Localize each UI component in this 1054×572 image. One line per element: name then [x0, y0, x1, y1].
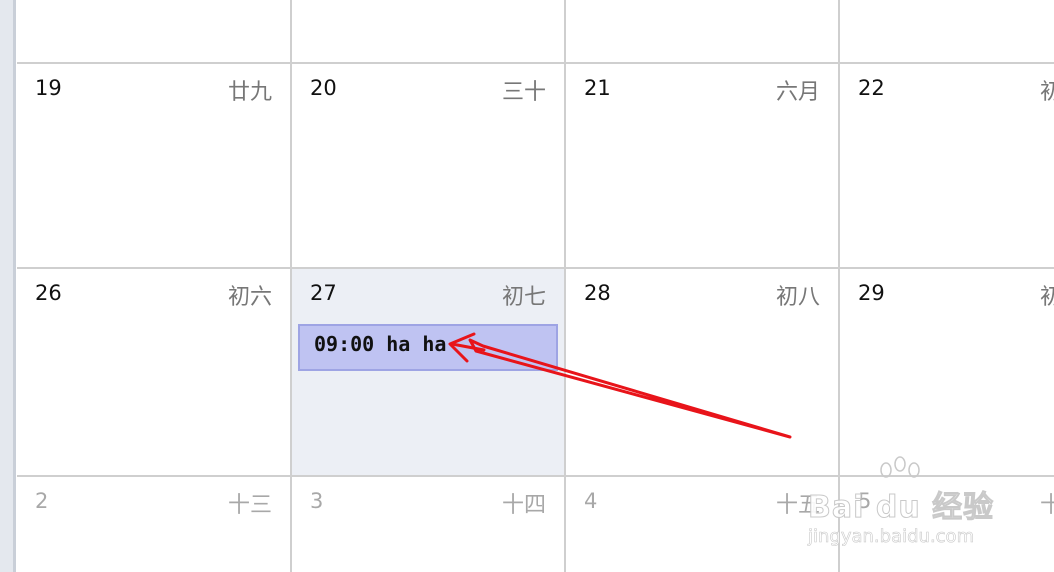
lunar-date: 初	[1040, 80, 1054, 105]
day-number: 5	[858, 489, 872, 513]
lunar-date: 廿九	[227, 80, 272, 105]
day-number: 4	[584, 489, 598, 513]
day-number: 21	[584, 76, 611, 100]
calendar-day-cell-today[interactable]: 27 初七 09:00 ha ha	[292, 269, 566, 477]
calendar-day-cell[interactable]: 29 初	[840, 269, 1054, 477]
lunar-date: 十三	[227, 493, 272, 518]
calendar-day-cell-other-month[interactable]: 4 十五	[566, 477, 840, 572]
day-number: 22	[858, 76, 885, 100]
calendar-day-cell[interactable]: 26 初六	[17, 269, 292, 477]
calendar-day-cell-other-month[interactable]: 5 十	[840, 477, 1054, 572]
lunar-date: 十	[1040, 493, 1054, 518]
calendar-day-cell-other-month[interactable]: 3 十四	[292, 477, 566, 572]
calendar-day-cell[interactable]: 22 初	[840, 64, 1054, 269]
day-number: 26	[35, 281, 62, 305]
month-calendar-grid: 19 廿九 20 三十 21 六月 22 初 26 初六 27 初七 09:00…	[17, 0, 1054, 572]
calendar-day-cell-other-month[interactable]: 2 十三	[17, 477, 292, 572]
calendar-day-cell[interactable]	[840, 0, 1054, 64]
lunar-date: 初八	[775, 285, 820, 310]
day-number: 20	[310, 76, 337, 100]
left-sidebar-edge	[0, 0, 16, 572]
calendar-day-cell[interactable]: 20 三十	[292, 64, 566, 269]
lunar-date: 六月	[775, 80, 820, 105]
lunar-date: 初	[1040, 285, 1054, 310]
lunar-date: 三十	[501, 80, 546, 105]
calendar-day-cell[interactable]	[17, 0, 292, 64]
day-number: 19	[35, 76, 62, 100]
lunar-date: 十四	[501, 493, 546, 518]
day-number: 27	[310, 281, 337, 305]
lunar-date: 初六	[227, 285, 272, 310]
calendar-day-cell[interactable]	[566, 0, 840, 64]
day-number: 29	[858, 281, 885, 305]
day-number: 2	[35, 489, 49, 513]
day-number: 3	[310, 489, 324, 513]
calendar-day-cell[interactable]: 21 六月	[566, 64, 840, 269]
calendar-day-cell[interactable]	[292, 0, 566, 64]
day-number: 28	[584, 281, 611, 305]
calendar-day-cell[interactable]: 28 初八	[566, 269, 840, 477]
calendar-day-cell[interactable]: 19 廿九	[17, 64, 292, 269]
lunar-date: 十五	[775, 493, 820, 518]
lunar-date: 初七	[501, 285, 546, 310]
calendar-event[interactable]: 09:00 ha ha	[298, 324, 558, 371]
